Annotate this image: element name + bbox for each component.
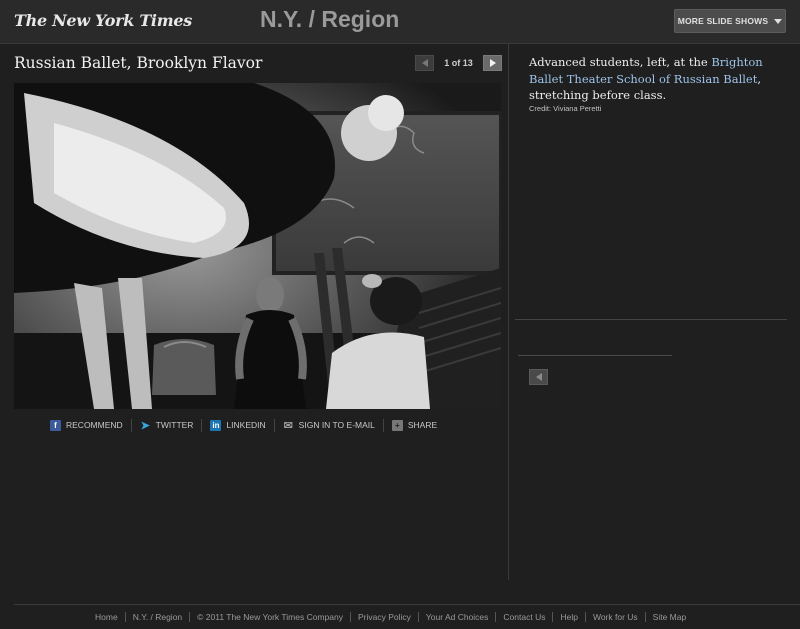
section-title[interactable]: N.Y. / Region xyxy=(260,6,399,33)
facebook-icon: f xyxy=(50,419,61,431)
email-icon: ✉ xyxy=(283,419,293,432)
footer-region-link[interactable]: N.Y. / Region xyxy=(126,612,189,622)
linkedin-icon: in xyxy=(210,419,222,431)
twitter-button[interactable]: ➤ TWITTER xyxy=(132,419,202,432)
footer-divider xyxy=(14,604,800,605)
linkedin-label: LINKEDIN xyxy=(226,420,266,430)
email-label: SIGN IN TO E-MAIL xyxy=(298,420,375,430)
footer-nav: Home N.Y. / Region © 2011 The New York T… xyxy=(88,612,693,622)
share-icon: + xyxy=(391,419,403,431)
slideshow-title: Russian Ballet, Brooklyn Flavor xyxy=(14,54,263,72)
sidebar-previous-button[interactable] xyxy=(529,369,548,385)
share-label: SHARE xyxy=(407,420,438,430)
footer-home-link[interactable]: Home xyxy=(88,612,125,622)
top-bar: The New York Times N.Y. / Region MORE SL… xyxy=(0,0,800,44)
share-button[interactable]: + SHARE xyxy=(384,419,445,431)
slide-caption: Advanced students, left, at the Brighton… xyxy=(529,54,779,104)
more-slide-shows-button[interactable]: MORE SLIDE SHOWS xyxy=(674,9,786,33)
column-divider xyxy=(508,44,509,580)
footer-contact-link[interactable]: Contact Us xyxy=(496,612,552,622)
footer-work-link[interactable]: Work for Us xyxy=(586,612,645,622)
arrow-left-icon xyxy=(421,58,428,67)
next-slide-button[interactable] xyxy=(483,54,502,71)
footer-copyright[interactable]: © 2011 The New York Times Company xyxy=(190,612,350,622)
chevron-down-icon xyxy=(774,18,783,24)
ballet-photo-illustration xyxy=(14,83,501,409)
footer-ad-choices-link[interactable]: Your Ad Choices xyxy=(419,612,496,622)
arrow-left-icon xyxy=(535,373,542,381)
share-toolbar: f RECOMMEND ➤ TWITTER in LINKEDIN ✉ SIGN… xyxy=(50,418,445,432)
divider xyxy=(515,319,787,320)
email-button[interactable]: ✉ SIGN IN TO E-MAIL xyxy=(275,419,383,432)
recommend-label: RECOMMEND xyxy=(66,420,123,430)
linkedin-button[interactable]: in LINKEDIN xyxy=(202,419,273,431)
footer-privacy-link[interactable]: Privacy Policy xyxy=(351,612,418,622)
nyt-logo[interactable]: The New York Times xyxy=(14,11,192,30)
footer-sitemap-link[interactable]: Site Map xyxy=(646,612,694,622)
footer-help-link[interactable]: Help xyxy=(553,612,584,622)
arrow-right-icon xyxy=(489,58,496,67)
slide-counter: 1 of 13 xyxy=(444,57,473,68)
twitter-icon: ➤ xyxy=(140,419,150,432)
photo-credit: Credit: Viviana Peretti xyxy=(529,104,602,113)
divider xyxy=(518,355,672,356)
caption-text-before: Advanced students, left, at the xyxy=(529,55,712,69)
more-slide-shows-label: MORE SLIDE SHOWS xyxy=(677,16,769,26)
slide-pager: 1 of 13 xyxy=(415,54,502,71)
twitter-label: TWITTER xyxy=(155,420,194,430)
recommend-button[interactable]: f RECOMMEND xyxy=(50,419,131,431)
previous-slide-button[interactable] xyxy=(415,54,434,71)
slide-photo[interactable] xyxy=(14,83,501,409)
